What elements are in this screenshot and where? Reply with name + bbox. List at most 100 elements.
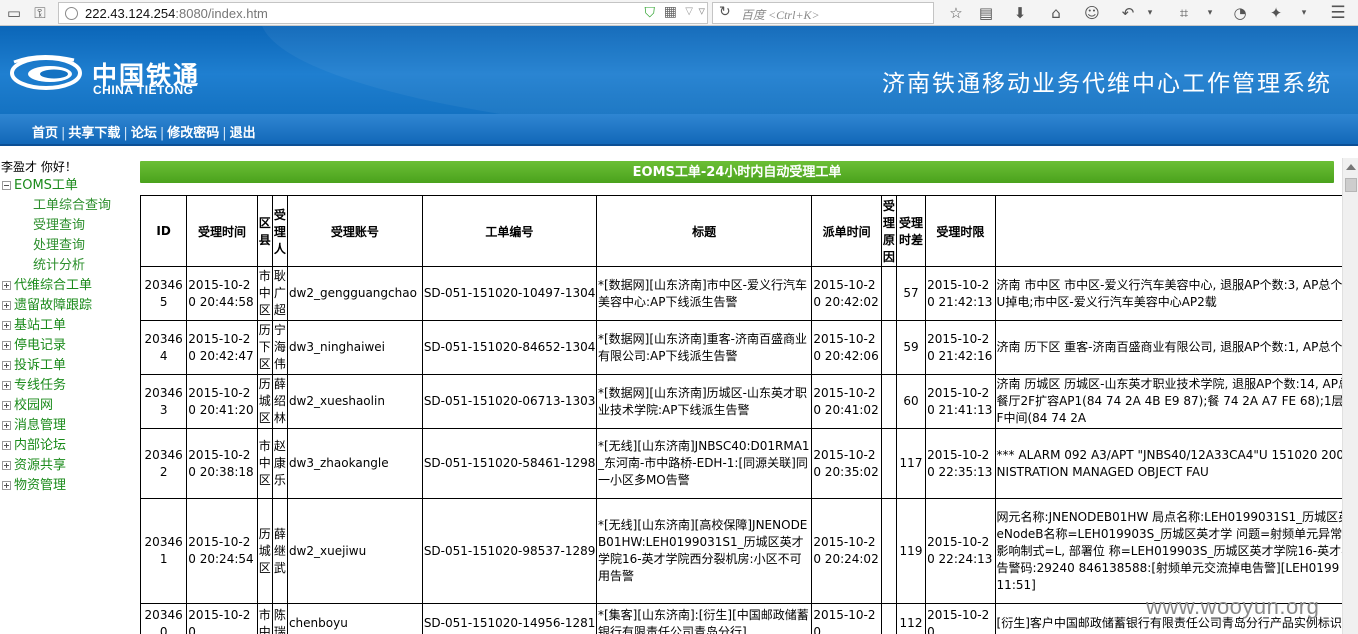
- column-header: ID: [140, 195, 188, 267]
- logo-english: CHINA TIETONG: [93, 83, 194, 97]
- dropdown-icon[interactable]: ▽: [685, 6, 693, 17]
- sidebar-item-group[interactable]: 遗留故障跟踪: [0, 296, 138, 316]
- table-row[interactable]: 203465 2015-10-20 20:44:58 市中区 耿广超 dw2_gengg…: [140, 266, 1342, 321]
- sidebar-item-group[interactable]: 消息管理: [0, 416, 138, 436]
- crop-icon[interactable]: ⌗: [1174, 3, 1194, 23]
- column-header: 工单编号: [421, 195, 597, 267]
- table-row[interactable]: 203464 2015-10-20 20:42:47 历下区 宁海伟 dw3_ningh…: [140, 320, 1342, 375]
- sidebar-item-group[interactable]: 基站工单: [0, 316, 138, 336]
- expand-icon[interactable]: [2, 361, 11, 370]
- sidebar-item-group[interactable]: 物资管理: [0, 476, 138, 496]
- expand-icon[interactable]: [2, 341, 11, 350]
- download-icon[interactable]: ⬇: [1010, 3, 1030, 23]
- cell-time-diff: 117: [895, 428, 927, 499]
- cell-person: 耿广超: [271, 266, 288, 321]
- cell-title: *[无线][山东济南]JNBSC40:D01RMA1_东河南-市中路桥-EDH-…: [595, 428, 813, 499]
- nav-logout[interactable]: 退出: [230, 126, 256, 141]
- expand-icon[interactable]: [2, 441, 11, 450]
- vertical-scrollbar[interactable]: [1342, 158, 1358, 634]
- cell-account: dw2_xuejiwu: [286, 498, 423, 604]
- expand-icon[interactable]: [2, 301, 11, 310]
- column-header: 受理时限: [925, 195, 996, 267]
- sidebar-item-group[interactable]: 代维综合工单: [0, 276, 138, 296]
- expand-icon[interactable]: [2, 321, 11, 330]
- undo-icon[interactable]: ↶: [1118, 3, 1138, 23]
- cell-district: 市中: [256, 603, 273, 634]
- cell-id: 203461: [140, 498, 188, 604]
- table-row[interactable]: 203462 2015-10-20 20:38:18 市中区 赵康乐 dw3_zhaok…: [140, 428, 1342, 499]
- expand-icon[interactable]: [2, 401, 11, 410]
- cell-reason: [880, 266, 897, 321]
- nav-change-password[interactable]: 修改密码: [167, 126, 219, 141]
- cell-accept-time: 2015-10-20 20:42:47: [186, 320, 258, 375]
- cell-reason: [880, 374, 897, 429]
- scroll-up-icon[interactable]: [1346, 164, 1356, 170]
- chat-icon[interactable]: ◔: [1230, 3, 1250, 23]
- shield-icon[interactable]: ⛉: [645, 5, 656, 21]
- reading-list-icon[interactable]: ▤: [976, 3, 996, 23]
- extension-menu-icon[interactable]: ▾: [1294, 3, 1314, 23]
- nav-shared-download[interactable]: 共享下载: [68, 126, 120, 141]
- cell-title: *[数据网][山东济南]历城区-山东英才职业技术学院:AP下线派生告警: [595, 374, 813, 429]
- expand-icon[interactable]: [2, 421, 11, 430]
- cell-accept-time: 2015-10-20 20:41:20: [186, 374, 258, 429]
- cell-district: 历下区: [256, 320, 273, 375]
- menu-icon[interactable]: ☰: [1328, 3, 1348, 23]
- nav-forum[interactable]: 论坛: [131, 126, 157, 141]
- cell-person: 赵康乐: [271, 428, 288, 499]
- expand-icon[interactable]: [2, 281, 11, 290]
- cell-dispatch-time: 2015-10-20: [811, 603, 882, 634]
- cell-id: 203462: [140, 428, 188, 499]
- cell-account: dw3_zhaokangle: [286, 428, 423, 499]
- cell-ticket-no: SD-051-151020-14956-12815: [421, 603, 597, 634]
- cell-detail: 济南 历下区 重客-济南百盛商业有限公司, 退服AP个数:1, AP总个数: [994, 320, 1342, 375]
- bookmark-icon[interactable]: ▿: [698, 4, 705, 19]
- collapse-icon[interactable]: [2, 181, 11, 190]
- home-icon[interactable]: ⌂: [1046, 3, 1066, 23]
- cell-accept-time: 2015-10-20 20:24:54: [186, 498, 258, 604]
- cell-time-diff: 112: [895, 603, 927, 634]
- key-icon[interactable]: ⚿: [30, 3, 50, 23]
- expand-icon[interactable]: [2, 461, 11, 470]
- cell-ticket-no: SD-051-151020-58461-12983: [421, 428, 597, 499]
- cell-title: *[数据网][山东济南]重客-济南百盛商业有限公司:AP下线派生告警: [595, 320, 813, 375]
- sidebar-item-group[interactable]: 专线任务: [0, 376, 138, 396]
- undo-menu-icon[interactable]: ▾: [1140, 3, 1160, 23]
- sidebar-item-group[interactable]: 内部论坛: [0, 436, 138, 456]
- qr-code-icon[interactable]: ▦: [664, 4, 677, 20]
- sidebar-item-group[interactable]: 投诉工单: [0, 356, 138, 376]
- browser-toolbar: ▭ ⚿ 222.43.124.254:8080/index.htm ⛉ ▦ ▽ …: [0, 0, 1358, 26]
- cell-person: 薛绍林: [271, 374, 288, 429]
- cell-accept-time: 2015-10-20 20:44:58: [186, 266, 258, 321]
- cell-accept-time: 2015-10-20: [186, 603, 258, 634]
- reload-icon[interactable]: ↻: [719, 4, 731, 20]
- table-row[interactable]: 203463 2015-10-20 20:41:20 历城区 薛绍林 dw2_xuesh…: [140, 374, 1342, 429]
- cell-detail: 济南 市中区 市中区-爱义行汽车美容中心, 退服AP个数:3, AP总个数 (3…: [994, 266, 1342, 321]
- cell-reason: [880, 428, 897, 499]
- sidebar-item-group[interactable]: 停电记录: [0, 336, 138, 356]
- scroll-thumb[interactable]: [1345, 178, 1357, 192]
- sidebar-item-group[interactable]: 资源共享: [0, 456, 138, 476]
- smiley-icon[interactable]: ☺: [1082, 3, 1102, 23]
- sidebar-subitem-handle-query[interactable]: 处理查询: [0, 236, 138, 256]
- address-bar[interactable]: 222.43.124.254:8080/index.htm ⛉ ▦ ▽ ▿: [58, 2, 708, 24]
- expand-icon[interactable]: [2, 481, 11, 490]
- cell-detail: *** ALARM 092 A3/APT "JNBS40/12A33CA4"U …: [994, 428, 1342, 499]
- sidebar-subitem-statistics[interactable]: 统计分析: [0, 256, 138, 276]
- star-icon[interactable]: ☆: [946, 3, 966, 23]
- cell-deadline: 2015-10-20 21:41:13: [925, 374, 996, 429]
- table-row[interactable]: 203461 2015-10-20 20:24:54 历城区 薛继武 dw2_xueji…: [140, 498, 1342, 604]
- sidebar-item-eoms[interactable]: EOMS工单: [0, 176, 138, 196]
- page-icon[interactable]: ▭: [4, 3, 24, 23]
- sidebar-subitem-accept-query[interactable]: 受理查询: [0, 216, 138, 236]
- search-box[interactable]: ↻ 百度 <Ctrl+K>: [712, 2, 934, 24]
- crop-menu-icon[interactable]: ▾: [1200, 3, 1220, 23]
- expand-icon[interactable]: [2, 381, 11, 390]
- extension-icon[interactable]: ✦: [1266, 3, 1286, 23]
- nav-home[interactable]: 首页: [32, 126, 58, 141]
- cell-deadline: 2015-10-20 22:24:13: [925, 498, 996, 604]
- cell-dispatch-time: 2015-10-20 20:41:02: [811, 374, 882, 429]
- sidebar-subitem-ticket-query[interactable]: 工单综合查询: [0, 196, 138, 216]
- sidebar-item-group[interactable]: 校园网: [0, 396, 138, 416]
- cell-deadline: 2015-10-20 21:42:13: [925, 266, 996, 321]
